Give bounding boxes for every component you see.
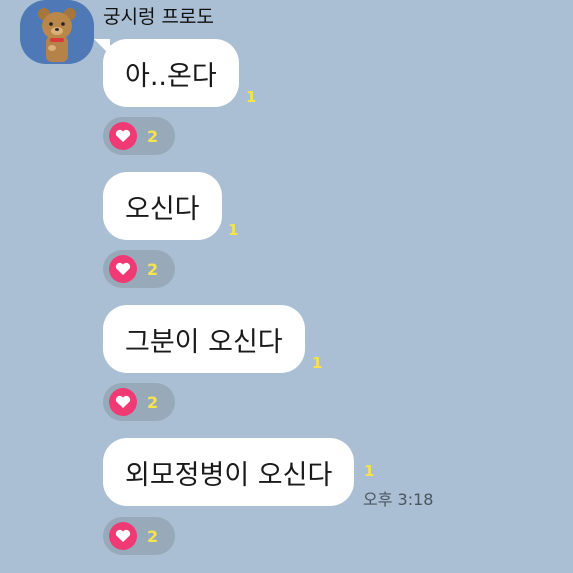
reaction-chip[interactable]: 2 bbox=[103, 383, 175, 421]
unread-count: 1 bbox=[246, 88, 257, 106]
heart-icon bbox=[109, 388, 137, 416]
reaction-chip[interactable]: 2 bbox=[103, 517, 175, 555]
unread-count: 1 bbox=[364, 462, 375, 480]
reaction-count: 2 bbox=[147, 126, 159, 146]
heart-icon bbox=[109, 122, 137, 150]
message-text: 외모정병이 오신다 bbox=[125, 459, 333, 491]
message-text: 그분이 오신다 bbox=[125, 326, 283, 358]
unread-count: 1 bbox=[228, 221, 239, 239]
reaction-count: 2 bbox=[147, 392, 159, 412]
message-timestamp: 오후 3:18 bbox=[363, 490, 434, 509]
message-text: 오신다 bbox=[125, 193, 200, 225]
sender-avatar[interactable] bbox=[20, 0, 94, 64]
reaction-count: 2 bbox=[147, 259, 159, 279]
unread-count: 1 bbox=[312, 354, 323, 372]
sender-name: 궁시렁 프로도 bbox=[103, 6, 214, 28]
reaction-chip[interactable]: 2 bbox=[103, 117, 175, 155]
message-bubble[interactable]: 오신다 bbox=[103, 172, 222, 240]
frodo-character-icon bbox=[38, 8, 76, 62]
message-bubble[interactable]: 아..온다 bbox=[94, 39, 239, 107]
bubble-tail bbox=[94, 39, 110, 55]
reaction-chip[interactable]: 2 bbox=[103, 250, 175, 288]
message-text: 아..온다 bbox=[125, 60, 217, 92]
reaction-count: 2 bbox=[147, 526, 159, 546]
message-bubble[interactable]: 그분이 오신다 bbox=[103, 305, 305, 373]
message-bubble[interactable]: 외모정병이 오신다 bbox=[103, 438, 355, 506]
heart-icon bbox=[109, 522, 137, 550]
heart-icon bbox=[109, 255, 137, 283]
